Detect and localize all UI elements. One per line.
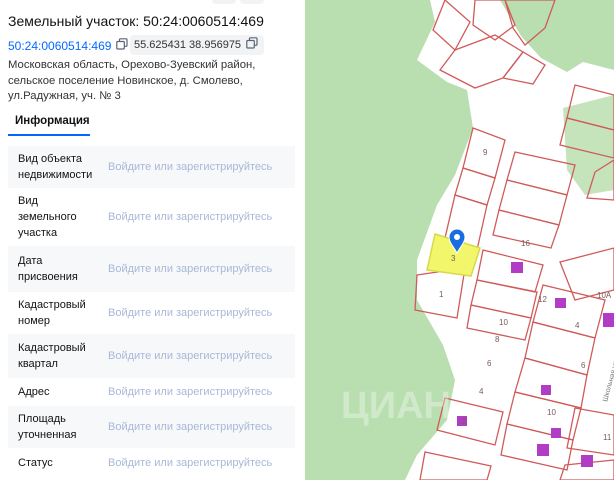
header-action-button[interactable] xyxy=(212,0,236,4)
table-row: Кадастровый квартал Войдите или зарегистр… xyxy=(8,334,295,378)
building xyxy=(551,428,561,438)
login-register-link[interactable]: Войдите или зарегистрируйтесь xyxy=(108,386,272,398)
plot-number: 10 xyxy=(547,408,556,417)
building xyxy=(537,444,549,456)
table-row: Вид объекта недвижимости Войдите или заре… xyxy=(8,146,295,188)
login-register-link[interactable]: Войдите или зарегистрируйтесь xyxy=(108,263,272,275)
building xyxy=(555,298,566,308)
address-line: сельское поселение Новинское, д. Смолево… xyxy=(8,74,243,87)
coordinates-text: 55.625431 38.956975 xyxy=(134,39,242,51)
property-label: Статус xyxy=(18,457,53,469)
plot-number: 3 xyxy=(451,254,456,263)
map-watermark: ЦИАН xyxy=(341,385,451,427)
login-register-link[interactable]: Войдите или зарегистрируйтесь xyxy=(108,421,272,433)
property-label: Кадастровый номер xyxy=(18,299,86,327)
plot-number: 8 xyxy=(495,335,500,344)
plot-number: 1 xyxy=(439,290,444,299)
plot-number: 4 xyxy=(479,387,484,396)
table-row: Дата присвоения Войдите или зарегистрируй… xyxy=(8,246,295,292)
copy-icon[interactable] xyxy=(116,37,129,55)
plot-number: 6 xyxy=(487,359,492,368)
property-label: Кадастровый квартал xyxy=(18,342,86,370)
copy-icon[interactable] xyxy=(246,36,258,54)
address-line: Московская область, Орехово-Зуевский рай… xyxy=(8,59,256,71)
login-register-link[interactable]: Войдите или зарегистрируйтесь xyxy=(108,161,272,173)
plot-number: 6 xyxy=(581,361,586,370)
property-label: Вид земельного участка xyxy=(18,195,77,239)
page-title: Земельный участок: 50:24:0060514:469 xyxy=(8,13,264,29)
address-line: ул.Радужная, уч. № 3 xyxy=(8,90,121,102)
table-row: Статус Войдите или зарегистрируйтесь xyxy=(8,448,295,478)
tab-information[interactable]: Информация xyxy=(8,108,90,136)
property-label: Адрес xyxy=(18,386,50,398)
property-label: Вид объекта недвижимости xyxy=(18,153,93,181)
tab-label: Информация xyxy=(15,115,90,127)
login-register-link[interactable]: Войдите или зарегистрируйтесь xyxy=(108,350,272,362)
plot-number: 11 xyxy=(603,433,612,442)
table-row: Кадастровый номер Войдите или зарегистрир… xyxy=(8,292,295,334)
building xyxy=(541,385,551,395)
cadastral-number-link[interactable]: 50:24:0060514:469 xyxy=(8,39,111,53)
cadastral-map[interactable]: ЦИАН 9 16 3 1 10 8 6 4 12 10А 4 2 10 11 … xyxy=(305,0,614,480)
property-label: Площадь уточненная xyxy=(18,413,77,441)
map-canvas[interactable]: ЦИАН 9 16 3 1 10 8 6 4 12 10А 4 2 10 11 … xyxy=(305,0,614,480)
table-row: Адрес Войдите или зарегистрируйтесь xyxy=(8,378,295,406)
coordinates-chip[interactable]: 55.625431 38.956975 xyxy=(130,35,265,55)
address-block: Московская область, Орехово-Зуевский рай… xyxy=(8,58,298,105)
building xyxy=(581,455,593,467)
plot-number: 10 xyxy=(499,318,508,327)
building xyxy=(603,313,614,327)
plot-number: 2 xyxy=(462,417,467,426)
login-register-link[interactable]: Войдите или зарегистрируйтесь xyxy=(108,457,272,469)
building xyxy=(511,262,523,273)
cadastral-id-row: 50:24:0060514:469 xyxy=(8,37,129,55)
plot-number: 12 xyxy=(538,295,547,304)
properties-table: Вид объекта недвижимости Войдите или заре… xyxy=(8,146,295,478)
plot-number: 4 xyxy=(575,321,580,330)
plot-number: 10А xyxy=(597,291,612,300)
table-row: Площадь уточненная Войдите или зарегистри… xyxy=(8,406,295,448)
login-register-link[interactable]: Войдите или зарегистрируйтесь xyxy=(108,211,272,223)
login-register-link[interactable]: Войдите или зарегистрируйтесь xyxy=(108,307,272,319)
property-label: Дата присвоения xyxy=(18,255,78,283)
plot-number: 16 xyxy=(521,239,530,248)
table-row: Вид земельного участка Войдите или зарегис… xyxy=(8,188,295,246)
plot-number: 9 xyxy=(483,148,488,157)
info-panel: Земельный участок: 50:24:0060514:469 50:… xyxy=(0,0,305,480)
header-action-button[interactable] xyxy=(240,0,264,4)
